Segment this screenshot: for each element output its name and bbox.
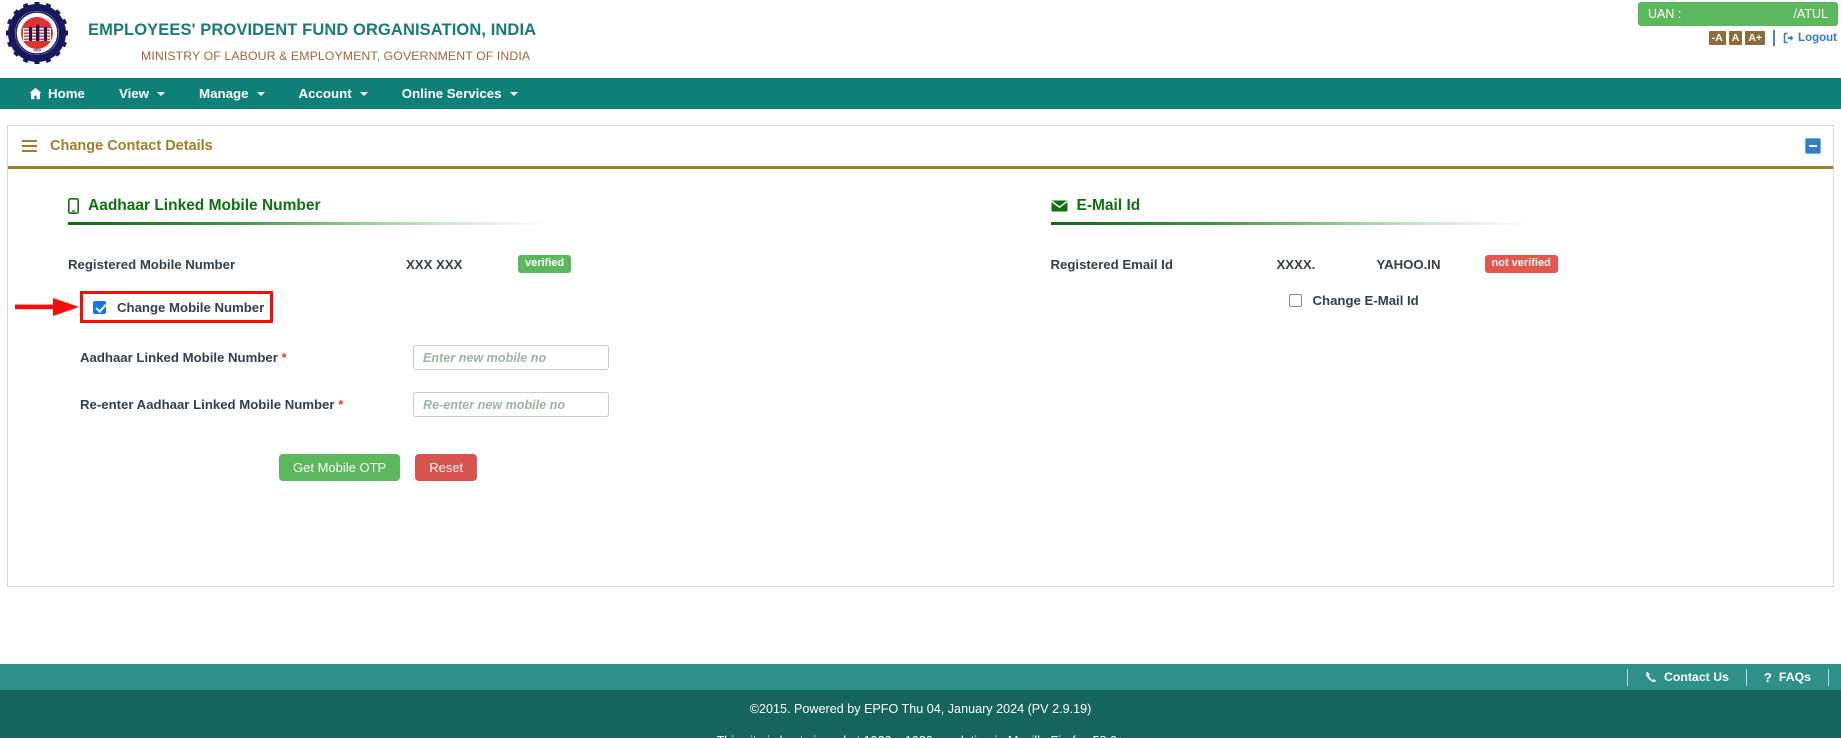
hamburger-icon[interactable] [22, 137, 37, 155]
logout-button[interactable]: Logout [1783, 32, 1837, 44]
chevron-down-icon [359, 91, 368, 96]
email-status-badge: not verified [1484, 255, 1558, 273]
new-mobile-input[interactable] [413, 345, 609, 370]
mobile-section-title: Aadhaar Linked Mobile Number [88, 197, 321, 214]
mobile-phone-icon [68, 198, 79, 214]
registered-email-row: Registered Email Id XXXX. YAHOO.IN not v… [1051, 255, 1834, 273]
uan-label: UAN : [1648, 7, 1682, 21]
chevron-down-icon [256, 91, 265, 96]
faqs-label: FAQs [1778, 670, 1811, 684]
sign-out-icon [1783, 32, 1794, 44]
footer-links-bar: Contact Us ? FAQs [0, 664, 1841, 690]
footer-info: ©2015. Powered by EPFO Thu 04, January 2… [0, 690, 1841, 738]
confirm-mobile-required-mark: * [338, 397, 344, 412]
panel-title: Change Contact Details [50, 138, 213, 154]
nav-label-manage: Manage [199, 86, 249, 101]
reset-button[interactable]: Reset [415, 454, 478, 481]
nav-label-home: Home [48, 86, 85, 101]
new-mobile-label-text: Aadhaar Linked Mobile Number [80, 350, 278, 365]
tools-divider [1773, 30, 1776, 46]
change-mobile-checkbox[interactable] [93, 300, 106, 314]
uan-badge: UAN : /ATUL [1638, 2, 1838, 26]
change-email-checkbox[interactable] [1288, 294, 1302, 307]
email-section: E-Mail Id Registered Email Id XXXX. YAHO… [921, 197, 1834, 481]
nav-item-home[interactable]: Home [12, 78, 102, 109]
panel-header: Change Contact Details [8, 126, 1833, 169]
mobile-section-heading: Aadhaar Linked Mobile Number [68, 197, 921, 221]
email-section-title: E-Mail Id [1076, 197, 1141, 214]
font-normal-button[interactable]: A [1728, 30, 1743, 46]
chevron-down-icon [157, 91, 166, 96]
question-mark-icon: ? [1763, 669, 1772, 685]
panel-body: Aadhaar Linked Mobile Number Registered … [8, 169, 1833, 481]
registered-email-label: Registered Email Id [1050, 256, 1173, 272]
red-arrow-pointer [15, 298, 79, 316]
epfo-logo: भारत [6, 2, 68, 64]
registered-mobile-row: Registered Mobile Number XXX XXX verifie… [68, 255, 921, 273]
change-mobile-checkbox-label: Change Mobile Number [117, 299, 265, 315]
nav-label-view: View [118, 86, 150, 101]
logout-label: Logout [1798, 32, 1837, 44]
confirm-mobile-label: Re-enter Aadhaar Linked Mobile Number * [80, 397, 413, 412]
new-mobile-label: Aadhaar Linked Mobile Number * [80, 350, 413, 365]
brand-subtitle: MINISTRY OF LABOUR & EMPLOYMENT, GOVERNM… [141, 48, 531, 63]
new-mobile-required-mark: * [281, 350, 287, 365]
email-section-heading: E-Mail Id [1050, 197, 1834, 221]
phone-icon [1646, 671, 1657, 682]
footer-copyright: ©2015. Powered by EPFO Thu 04, January 2… [749, 702, 1092, 716]
home-icon [29, 87, 42, 100]
mobile-section: Aadhaar Linked Mobile Number Registered … [8, 197, 921, 481]
header-tools: -A A A+ Logout [1708, 30, 1837, 46]
change-contact-details-panel: Change Contact Details Aadhaar Linked Mo… [7, 125, 1834, 587]
epfo-emblem-icon: भारत [6, 2, 68, 64]
brand-block: EMPLOYEES' PROVIDENT FUND ORGANISATION, … [88, 22, 536, 62]
registered-email-value-1: XXXX. [1276, 256, 1316, 272]
confirm-mobile-label-text: Re-enter Aadhaar Linked Mobile Number [80, 397, 335, 412]
content-area: Change Contact Details Aadhaar Linked Mo… [0, 109, 1841, 664]
nav-label-online-services: Online Services [401, 86, 502, 101]
svg-text:भारत: भारत [33, 49, 42, 54]
envelope-icon [1050, 200, 1068, 212]
chevron-down-icon [509, 91, 518, 96]
email-section-rule [1050, 222, 1531, 225]
nav-item-account[interactable]: Account [282, 78, 385, 109]
uan-value: /ATUL [1793, 7, 1829, 21]
mobile-section-rule [68, 222, 548, 225]
contact-us-link[interactable]: Contact Us [1627, 668, 1747, 686]
nav-label-account: Account [298, 86, 352, 101]
font-increase-button[interactable]: A+ [1745, 30, 1766, 46]
contact-us-label: Contact Us [1664, 670, 1729, 684]
new-mobile-row: Aadhaar Linked Mobile Number * [68, 345, 921, 370]
panel-collapse-button[interactable] [1805, 138, 1821, 154]
registered-email-value-2: YAHOO.IN [1376, 256, 1441, 272]
registered-mobile-label: Registered Mobile Number [68, 256, 236, 272]
faqs-link[interactable]: ? FAQs [1747, 668, 1829, 686]
footer-browser-note: This site is best viewed at 1920 x 1080 … [0, 734, 1841, 738]
confirm-mobile-row: Re-enter Aadhaar Linked Mobile Number * [68, 392, 921, 417]
minus-icon [1809, 145, 1817, 147]
mobile-status-badge: verified [518, 255, 572, 273]
site-header: भारत EMPLOYEES' PROVIDENT FUND ORGANISAT… [0, 0, 1841, 78]
get-mobile-otp-button[interactable]: Get Mobile OTP [279, 454, 401, 481]
font-decrease-button[interactable]: -A [1708, 30, 1726, 46]
registered-mobile-value: XXX XXX [406, 256, 463, 272]
main-navigation: Home View Manage Account Online Services [0, 78, 1841, 109]
nav-item-view[interactable]: View [102, 78, 182, 109]
change-mobile-checkbox-row[interactable]: Change Mobile Number [15, 291, 273, 323]
nav-item-manage[interactable]: Manage [182, 78, 282, 109]
mobile-action-buttons: Get Mobile OTP Reset [68, 454, 921, 481]
nav-item-online-services[interactable]: Online Services [385, 78, 535, 109]
confirm-mobile-input[interactable] [413, 392, 609, 417]
brand-title: EMPLOYEES' PROVIDENT FUND ORGANISATION, … [88, 21, 537, 39]
change-email-checkbox-row[interactable]: Change E-Mail Id [1063, 293, 1834, 308]
change-email-checkbox-label: Change E-Mail Id [1312, 293, 1419, 308]
